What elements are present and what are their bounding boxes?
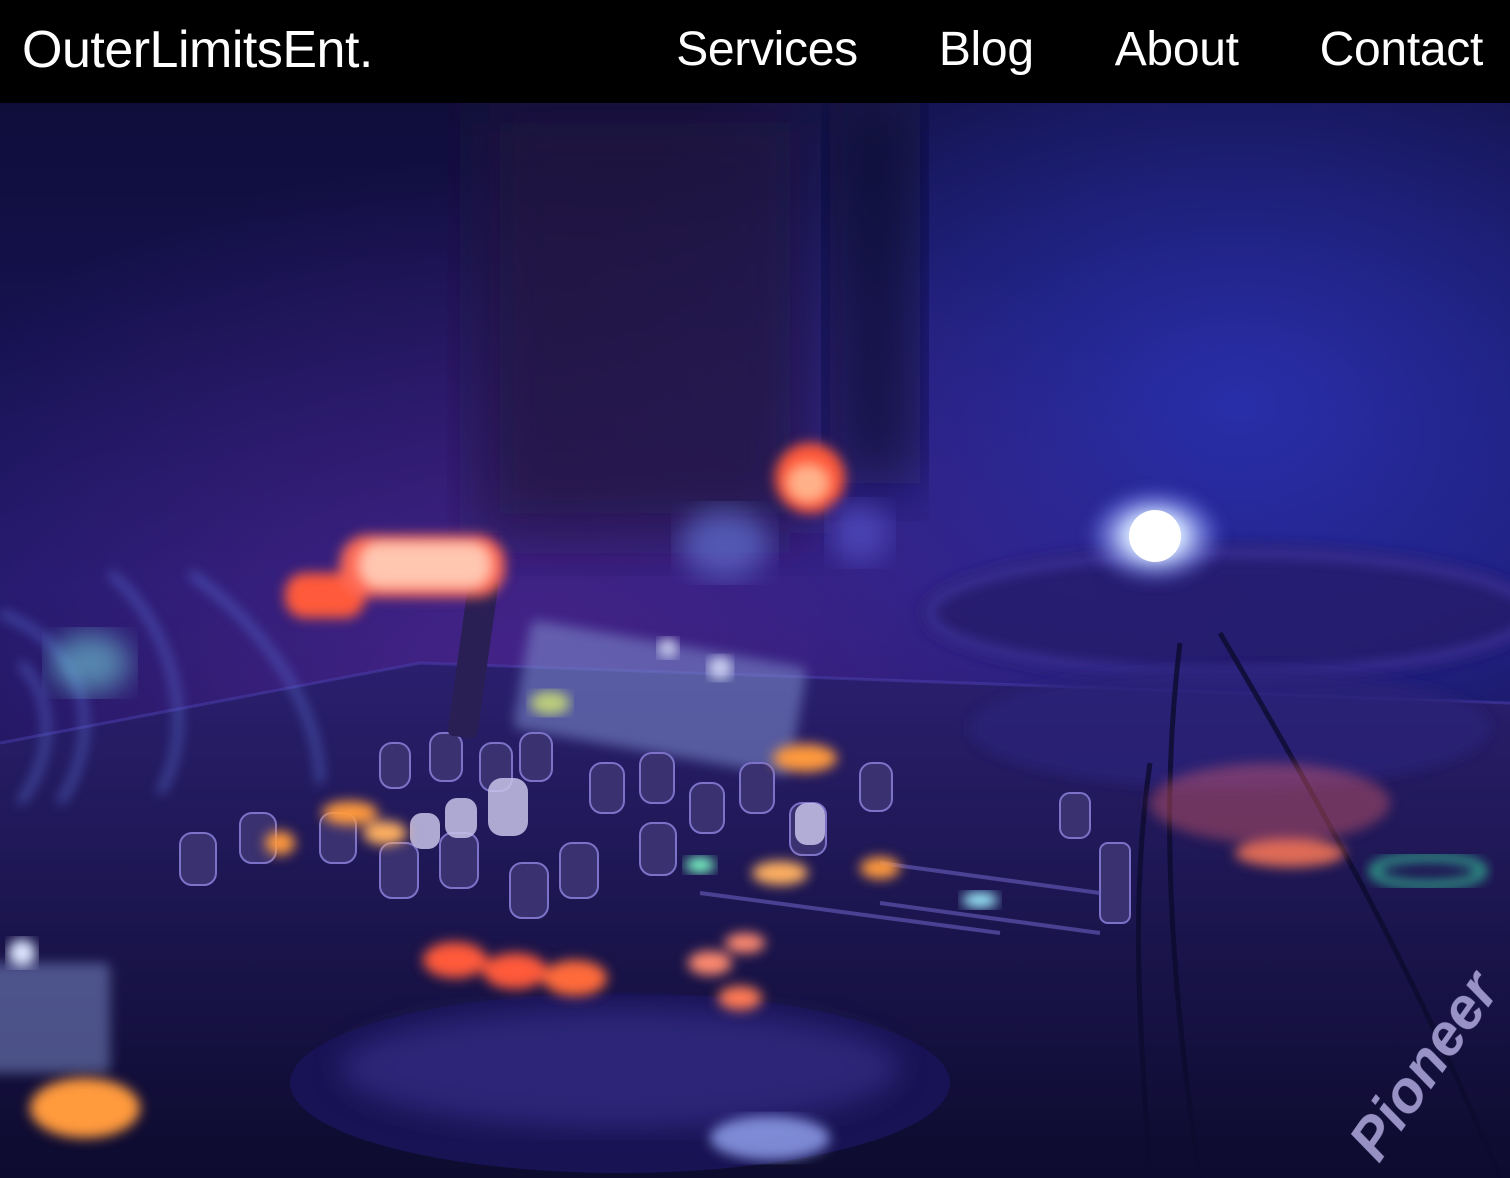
dj-mixer-photo: Pioneer — [0, 103, 1510, 1178]
nav-link-contact[interactable]: Contact — [1320, 16, 1484, 84]
nav-link-services[interactable]: Services — [676, 16, 858, 84]
main-nav: Services Blog About Contact — [676, 16, 1483, 84]
site-header: OuterLimitsEnt. Services Blog About Cont… — [0, 0, 1510, 103]
nav-link-about[interactable]: About — [1115, 16, 1239, 84]
hero-image: Pioneer — [0, 103, 1510, 1178]
brand-logo-link[interactable]: OuterLimitsEnt. — [22, 16, 373, 84]
nav-link-blog[interactable]: Blog — [939, 16, 1034, 84]
